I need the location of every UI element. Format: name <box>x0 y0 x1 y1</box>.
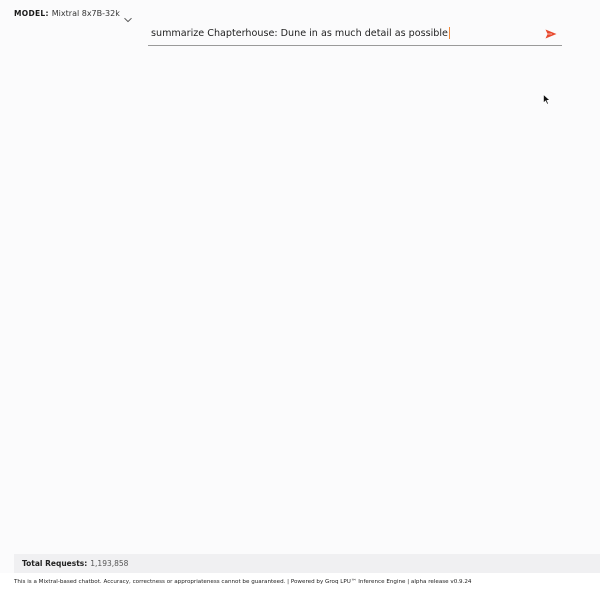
chevron-down-icon[interactable] <box>123 9 133 23</box>
footer-disclaimer: This is a Mixtral-based chatbot. Accurac… <box>14 578 472 585</box>
prompt-box <box>148 22 562 46</box>
stats-bar: Total Requests: 1,193,858 <box>14 554 600 573</box>
chat-page: MODEL: Mixtral 8x7B-32k Total Requests: … <box>0 0 600 590</box>
send-icon[interactable] <box>545 27 557 42</box>
send-button[interactable] <box>544 27 558 41</box>
total-requests-label: Total Requests: <box>22 559 88 568</box>
mouse-pointer-icon <box>543 90 551 105</box>
model-selector[interactable]: MODEL: Mixtral 8x7B-32k <box>14 7 133 23</box>
model-value[interactable]: Mixtral 8x7B-32k <box>52 9 120 18</box>
total-requests-value: 1,193,858 <box>90 559 129 568</box>
model-label: MODEL: <box>14 8 49 18</box>
footer: This is a Mixtral-based chatbot. Accurac… <box>0 573 600 590</box>
prompt-input[interactable] <box>151 26 531 42</box>
text-caret <box>448 27 450 39</box>
